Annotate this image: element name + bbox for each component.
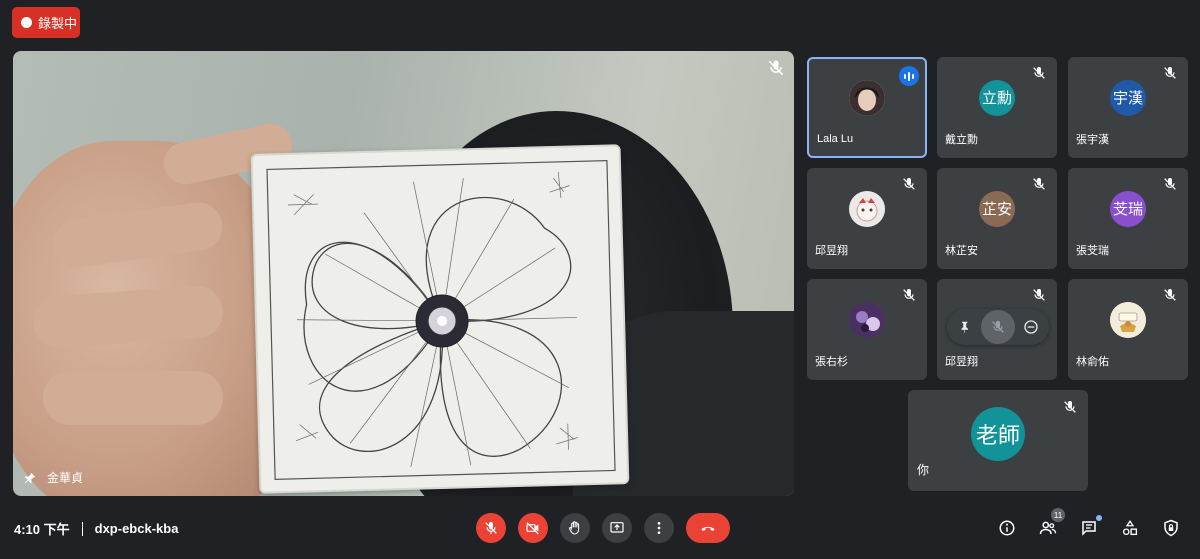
chat-unread-dot [1096,515,1102,521]
avatar [849,301,885,338]
more-vert-icon [657,522,661,534]
mic-off-icon [1164,67,1176,79]
participant-name: Lala Lu [817,133,854,145]
participant-tile[interactable]: 林俞佑 [1068,279,1188,380]
mic-off-icon [1033,67,1045,79]
participant-tile[interactable]: 立勳 戴立勳 [937,57,1057,158]
mic-off-icon [903,178,915,190]
avatar-cartoon-icon [849,190,885,227]
participant-tile[interactable]: 芠瑞 張芠瑞 [1068,168,1188,269]
participant-name: 邱昱翔 [945,356,978,368]
participant-name: 邱昱翔 [815,245,848,257]
mic-off-icon [1033,178,1045,190]
mic-toggle-button[interactable] [476,513,506,543]
camera-toggle-button[interactable] [518,513,548,543]
self-tile[interactable]: 老師 你 [908,390,1088,491]
divider [81,521,83,536]
video-scene-finger [43,371,223,425]
raise-hand-button[interactable] [560,513,590,543]
participant-name: 林俞佑 [1076,356,1109,368]
remove-circle-icon [1024,320,1038,334]
drawing-card [250,144,630,494]
avatar-cartoon-icon [1110,301,1146,338]
participant-tile[interactable]: 宇漢 張宇漢 [1068,57,1188,158]
mic-off-icon [1064,401,1076,413]
participant-tile[interactable]: Lala Lu [807,57,927,158]
participant-name: 張宇漢 [1076,134,1109,146]
meeting-code: dxp-ebck-kba [94,521,179,536]
people-count-badge: 11 [1051,508,1065,522]
self-name: 你 [917,463,930,477]
hand-icon [569,521,580,535]
recording-badge: 錄製中 [12,7,80,38]
mic-off-icon [903,289,915,301]
more-options-button[interactable] [644,513,674,543]
presenter-label: 金華貞 [23,469,83,486]
avatar [1110,301,1146,338]
participant-tile-hovered[interactable]: 邱昱翔 [937,279,1057,380]
hang-up-icon [701,526,715,531]
present-screen-button[interactable] [602,513,632,543]
record-dot-icon [21,17,32,28]
pin-button[interactable] [953,315,977,339]
activities-icon [1122,520,1138,536]
avatar: 宇漢 [1110,79,1146,116]
avatar: 芷安 [979,190,1015,227]
meet-window: 錄製中 金華貞 Lala Lu 立勳 戴立勳 宇漢 張宇漢 邱昱翔 芷安 林芷安… [0,0,1200,559]
meeting-details-button[interactable] [996,517,1018,539]
avatar: 立勳 [979,79,1015,116]
pin-icon [24,472,36,483]
avatar: 芠瑞 [1110,190,1146,227]
participant-tile[interactable]: 邱昱翔 [807,168,927,269]
tile-hover-controls [947,309,1049,345]
present-icon [610,522,624,533]
mic-off-icon [485,522,497,534]
chat-icon [1082,521,1096,536]
participant-tile[interactable]: 張右杉 [807,279,927,380]
mic-off-icon [1033,289,1045,301]
pin-icon [961,321,968,333]
recording-label: 錄製中 [38,16,78,31]
avatar [849,79,885,116]
mic-off-icon [1164,289,1176,301]
flower-drawing [266,159,616,480]
chat-button[interactable] [1078,515,1102,539]
people-button[interactable]: 11 [1037,508,1065,539]
mute-participant-button[interactable] [981,310,1015,344]
participant-tile[interactable]: 芷安 林芷安 [937,168,1057,269]
info-icon [999,520,1015,536]
self-avatar: 老師 [971,406,1025,461]
participant-name: 張芠瑞 [1076,245,1109,257]
avatar [849,190,885,227]
avatar-photo-icon [849,301,885,338]
participant-name: 張右杉 [815,356,848,368]
camera-off-icon [526,522,539,535]
meeting-info: 4:10 下午 dxp-ebck-kba [14,519,178,538]
speaking-indicator-icon [899,66,919,86]
main-video[interactable]: 金華貞 [13,51,794,496]
participant-name: 林芷安 [945,245,978,257]
mic-off-icon [1164,178,1176,190]
host-controls-button[interactable] [1160,517,1182,539]
activities-button[interactable] [1119,517,1141,539]
presenter-name: 金華貞 [47,471,84,485]
remove-participant-button[interactable] [1019,315,1043,339]
leave-call-button[interactable] [686,513,730,543]
shield-lock-icon [1164,519,1178,537]
mic-off-icon [768,60,784,76]
avatar-photo-icon [849,79,885,116]
mic-off-icon [992,321,1004,333]
clock: 4:10 下午 [14,522,70,537]
participant-name: 戴立勳 [945,134,978,146]
call-controls [476,513,730,543]
meeting-side-controls: 11 [996,508,1182,542]
